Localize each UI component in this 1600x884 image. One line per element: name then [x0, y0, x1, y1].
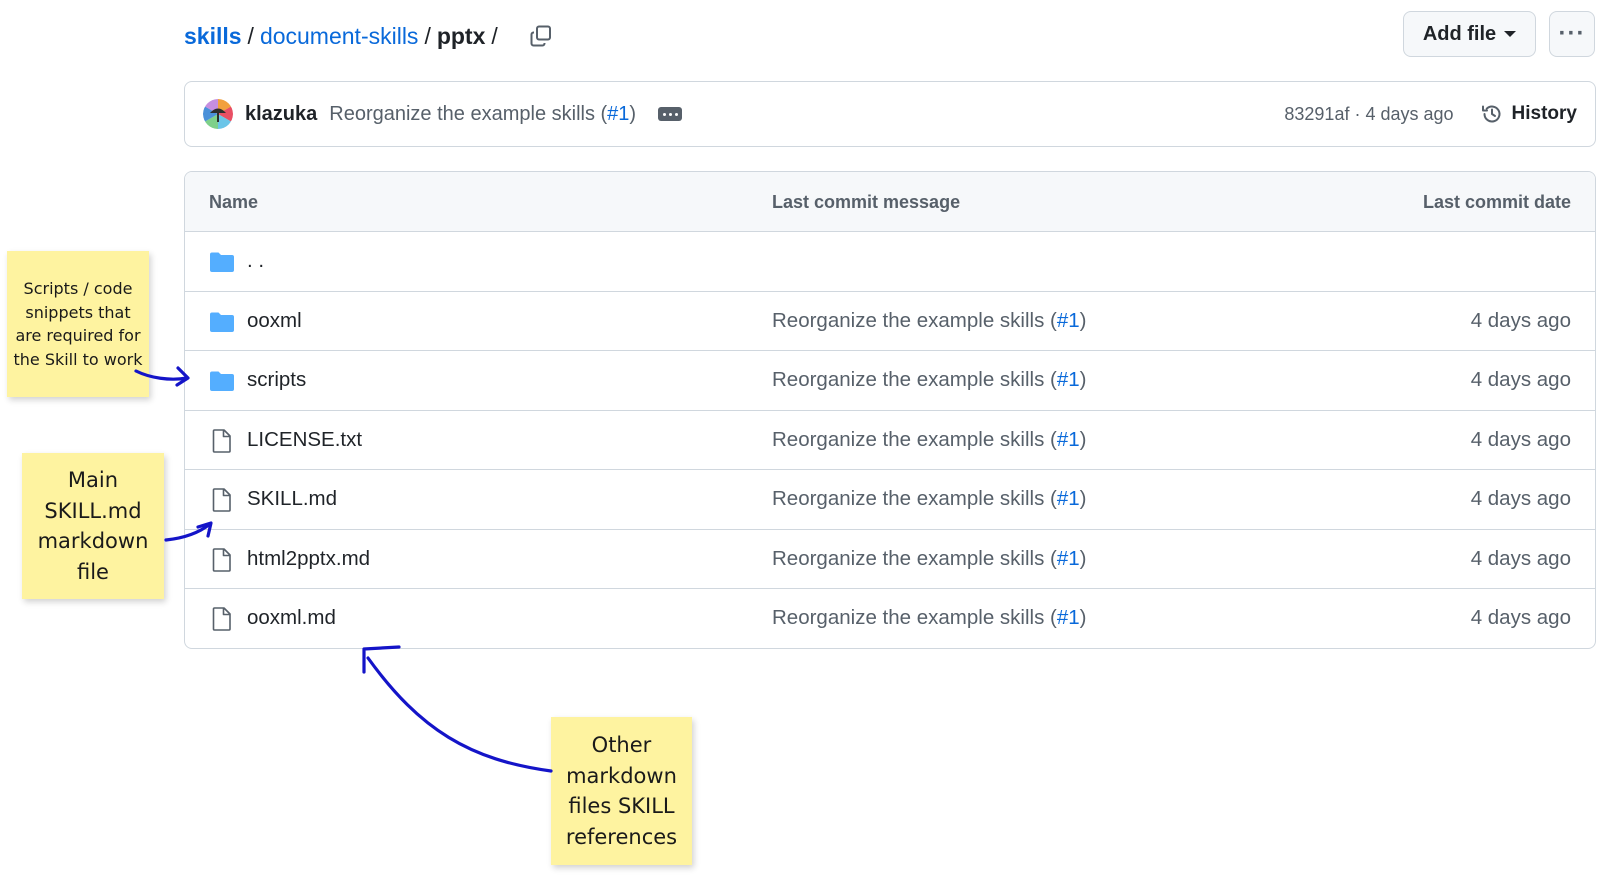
file-table: Name Last commit message Last commit dat…: [184, 171, 1596, 649]
commit-pr-link[interactable]: #1: [1057, 309, 1080, 332]
breadcrumb-folder-link[interactable]: document-skills: [260, 23, 419, 50]
file-name-link[interactable]: html2pptx.md: [247, 547, 370, 571]
table-row-parent[interactable]: . .: [185, 232, 1595, 292]
commit-message-suffix: ): [1079, 427, 1087, 451]
caret-down-icon: [1504, 31, 1517, 37]
parent-directory-link[interactable]: . .: [247, 249, 264, 273]
commit-message-text: Reorganize the example skills (: [329, 102, 608, 125]
commit-message-text: Reorganize the example skills (: [772, 368, 1057, 391]
table-row[interactable]: LICENSE.txt Reorganize the example skill…: [185, 411, 1595, 470]
commit-pr-link[interactable]: #1: [1057, 547, 1080, 570]
commit-message-text: Reorganize the example skills (: [772, 308, 1057, 332]
file-name-link[interactable]: scripts: [247, 368, 306, 392]
commit-message-link[interactable]: Reorganize the example skills (#1): [772, 368, 1087, 392]
expand-commit-message-button[interactable]: [658, 107, 683, 121]
commit-message-link[interactable]: Reorganize the example skills (#1): [772, 606, 1087, 630]
commit-pr-link[interactable]: #1: [607, 103, 629, 125]
commit-message-suffix: ): [629, 102, 637, 125]
commit-pr-link[interactable]: #1: [1057, 606, 1080, 629]
table-row[interactable]: html2pptx.md Reorganize the example skil…: [185, 530, 1595, 589]
commit-date: 4 days ago: [1470, 546, 1571, 570]
breadcrumb-separator: /: [424, 22, 431, 49]
file-icon: [212, 428, 231, 453]
file-icon: [212, 607, 231, 631]
commit-pr-link[interactable]: #1: [1057, 428, 1080, 451]
commit-message-suffix: ): [1079, 308, 1087, 332]
commit-message-link[interactable]: Reorganize the example skills (#1): [772, 547, 1087, 571]
table-row[interactable]: SKILL.md Reorganize the example skills (…: [185, 470, 1595, 530]
breadcrumb-separator: /: [491, 22, 498, 49]
commit-pr-link[interactable]: #1: [1057, 368, 1080, 391]
arrow-to-other-markdown-head: [362, 645, 401, 674]
file-name-link[interactable]: SKILL.md: [247, 487, 337, 511]
breadcrumb: skills / document-skills / pptx /: [184, 18, 556, 54]
file-icon: [212, 488, 231, 512]
commit-hash-and-time[interactable]: 83291af · 4 days ago: [1284, 104, 1453, 125]
copy-icon: [530, 25, 551, 47]
history-icon: [1481, 105, 1501, 123]
commit-message-text: Reorganize the example skills (: [772, 427, 1057, 451]
commit-date: 4 days ago: [1470, 308, 1571, 332]
commit-message-text: Reorganize the example skills (: [772, 606, 1057, 629]
breadcrumb-separator: /: [247, 22, 254, 49]
annotation-note-other-markdown: Other markdown files SKILL references: [551, 717, 692, 865]
arrow-to-other-markdown: [366, 656, 553, 773]
commit-date: 4 days ago: [1470, 427, 1571, 451]
annotation-note-skill-md: Main SKILL.md markdown file: [22, 453, 164, 599]
commit-message-link[interactable]: Reorganize the example skills (#1): [772, 428, 1087, 452]
add-file-button[interactable]: Add file: [1403, 11, 1536, 57]
copy-path-button[interactable]: [526, 21, 556, 51]
commit-message[interactable]: Reorganize the example skills (#1): [329, 103, 636, 126]
folder-icon: [210, 252, 234, 272]
commit-date: 4 days ago: [1470, 368, 1571, 391]
table-row[interactable]: scripts Reorganize the example skills (#…: [185, 351, 1595, 411]
folder-icon: [210, 312, 234, 332]
commit-message-link[interactable]: Reorganize the example skills (#1): [772, 487, 1087, 511]
add-file-label: Add file: [1422, 22, 1497, 45]
commit-message-text: Reorganize the example skills (: [772, 487, 1057, 510]
file-name-link[interactable]: ooxml.md: [247, 606, 336, 630]
history-label: History: [1511, 103, 1577, 124]
commit-date: 4 days ago: [1470, 606, 1571, 629]
commit-message-suffix: ): [1079, 606, 1087, 629]
more-options-button[interactable]: ···: [1549, 11, 1595, 57]
avatar[interactable]: [203, 99, 233, 129]
commit-message-suffix: ): [1079, 487, 1087, 510]
file-name-link[interactable]: ooxml: [247, 309, 302, 333]
commit-message-link[interactable]: Reorganize the example skills (#1): [772, 309, 1087, 333]
file-icon: [212, 547, 231, 572]
commit-pr-link[interactable]: #1: [1057, 487, 1080, 510]
commit-author[interactable]: klazuka: [245, 103, 317, 126]
breadcrumb-repo-link[interactable]: skills: [184, 23, 242, 50]
file-name-link[interactable]: LICENSE.txt: [247, 428, 362, 452]
commit-date: 4 days ago: [1470, 487, 1571, 510]
commit-message-suffix: ): [1079, 368, 1087, 391]
column-header-name: Name: [209, 192, 259, 212]
commit-right-group: 83291af · 4 days ago History: [1284, 102, 1577, 126]
column-header-date: Last commit date: [1422, 192, 1571, 212]
commit-message-text: Reorganize the example skills (: [772, 546, 1057, 570]
latest-commit-bar: klazuka Reorganize the example skills (#…: [184, 81, 1596, 147]
breadcrumb-current: pptx: [436, 22, 486, 49]
annotation-note-scripts: Scripts / code snippets that are require…: [7, 251, 149, 397]
history-button[interactable]: History: [1480, 102, 1577, 126]
commit-message-suffix: ): [1079, 546, 1087, 570]
table-header: Name Last commit message Last commit dat…: [185, 172, 1595, 232]
table-row[interactable]: ooxml Reorganize the example skills (#1)…: [185, 292, 1595, 351]
table-row[interactable]: ooxml.md Reorganize the example skills (…: [185, 589, 1595, 648]
folder-icon: [210, 371, 234, 391]
column-header-message: Last commit message: [772, 192, 961, 212]
